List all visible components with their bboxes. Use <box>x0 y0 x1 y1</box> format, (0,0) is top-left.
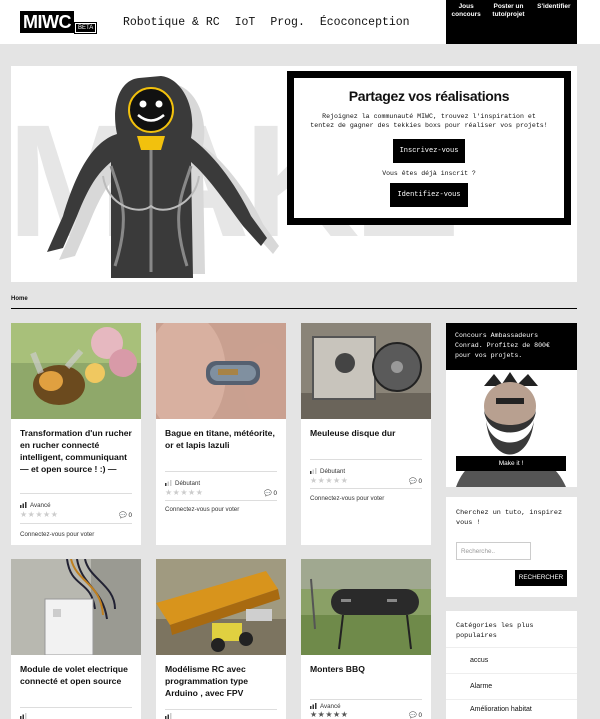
level-bars-icon <box>165 480 172 487</box>
user-menu: Jous concours Poster un tuto/projet S'id… <box>446 0 577 44</box>
signup-button[interactable]: Inscrivez-vous <box>392 139 466 163</box>
rating-stars[interactable]: ★★★★★ <box>310 710 348 719</box>
project-card[interactable]: Modélisme RC avec programmation type Ard… <box>156 559 286 719</box>
nav-ecoconception[interactable]: Écoconception <box>320 16 410 29</box>
comment-count[interactable]: 💬 0 <box>409 477 422 485</box>
card-image-grinder <box>301 323 431 419</box>
signup-panel: Partagez vos réalisations Rejoignez la c… <box>287 71 571 225</box>
difficulty-level: Débutant <box>310 468 345 475</box>
level-bars-icon <box>165 713 172 719</box>
hero-banner: MAKE Partagez vos réalisations Rejoignez… <box>11 66 577 282</box>
breadcrumb-divider <box>11 308 577 309</box>
project-card[interactable]: Meuleuse disque dur Débutant ★★★★★ 💬 0 C… <box>301 323 431 545</box>
difficulty-level <box>20 713 30 719</box>
hero-title: Partagez vos réalisations <box>348 88 510 104</box>
post-tuto-link[interactable]: Poster un tuto/projet <box>491 3 525 44</box>
categories-title: Catégories les plus populaires <box>456 622 534 640</box>
breadcrumb[interactable]: Home <box>11 296 28 302</box>
level-bars-icon <box>20 502 27 509</box>
project-card[interactable]: Monters BBQ Avancé ★★★★★ 💬 0 <box>301 559 431 719</box>
level-bars-icon <box>310 468 317 475</box>
category-item[interactable]: accus <box>446 647 577 673</box>
project-card[interactable]: Bague en titane, météorite, or et lapis … <box>156 323 286 545</box>
comment-count[interactable]: 💬 0 <box>409 711 422 719</box>
vote-login-link[interactable]: Connectez-vous pour voter <box>20 531 94 538</box>
site-logo[interactable]: MIWC BETA <box>20 11 98 34</box>
card-image-shutter-module <box>11 559 141 655</box>
card-title[interactable]: Modélisme RC avec programmation type Ard… <box>165 663 277 699</box>
my-contests-link[interactable]: Jous concours <box>451 3 481 44</box>
comment-count[interactable]: 💬 0 <box>119 511 132 519</box>
hero-login-button[interactable]: Identifiez-vous <box>390 183 468 207</box>
login-link[interactable]: S'identifier <box>536 3 572 44</box>
difficulty-level: Débutant <box>165 480 200 487</box>
categories-widget: Catégories les plus populaires accus Ala… <box>446 611 577 719</box>
card-title[interactable]: Module de volet electrique connecté et o… <box>20 663 132 687</box>
card-image-ring <box>156 323 286 419</box>
comment-icon: 💬 <box>119 512 127 519</box>
promo-text: Concours Ambassadeurs Conrad. Profitez d… <box>446 323 577 370</box>
main-nav: Robotique & RC IoT Prog. Écoconception <box>123 16 410 29</box>
comment-count[interactable]: 💬 0 <box>264 489 277 497</box>
logo-text: MIWC <box>20 11 74 33</box>
beta-badge: BETA <box>73 22 98 34</box>
make-it-button[interactable]: Make it ! <box>456 456 566 471</box>
search-title: Cherchez un tuto, inspirez vous ! <box>456 509 563 527</box>
hero-text: Rejoignez la communauté MIWC, trouvez l'… <box>310 113 548 129</box>
promo-widget[interactable]: Concours Ambassadeurs Conrad. Profitez d… <box>446 323 577 487</box>
search-widget: Cherchez un tuto, inspirez vous ! Recher… <box>446 497 577 597</box>
level-bars-icon <box>20 713 27 719</box>
card-image-bee <box>11 323 141 419</box>
rating-stars[interactable]: ★★★★★ <box>20 510 58 519</box>
vote-login-link[interactable]: Connectez-vous pour voter <box>310 495 384 502</box>
card-title[interactable]: Transformation d'un rucher en rucher con… <box>20 427 132 475</box>
comment-icon: 💬 <box>409 712 417 719</box>
level-bars-icon <box>310 703 317 710</box>
category-item[interactable]: Amélioration habitat <box>446 699 577 719</box>
difficulty-level <box>165 713 175 719</box>
top-bar: MIWC BETA Robotique & RC IoT Prog. Écoco… <box>0 0 600 44</box>
comment-icon: 💬 <box>409 478 417 485</box>
comment-icon: 💬 <box>264 490 272 497</box>
card-title[interactable]: Bague en titane, météorite, or et lapis … <box>165 427 277 451</box>
project-card[interactable]: Transformation d'un rucher en rucher con… <box>11 323 141 545</box>
nav-robotique[interactable]: Robotique & RC <box>123 16 220 29</box>
search-input[interactable]: Recherche.. <box>456 542 531 560</box>
project-card[interactable]: Module de volet electrique connecté et o… <box>11 559 141 719</box>
nav-iot[interactable]: IoT <box>235 16 256 29</box>
card-image-rc-truck <box>156 559 286 655</box>
search-button[interactable]: RECHERCHER <box>515 570 567 586</box>
card-title[interactable]: Meuleuse disque dur <box>310 427 422 439</box>
already-member-text: Vous êtes déjà inscrit ? <box>382 170 476 177</box>
nav-prog[interactable]: Prog. <box>270 16 305 29</box>
smiley-icon <box>128 87 174 133</box>
card-image-bbq <box>301 559 431 655</box>
rating-stars[interactable]: ★★★★★ <box>165 488 203 497</box>
vote-login-link[interactable]: Connectez-vous pour voter <box>165 506 239 513</box>
category-item[interactable]: Alarme <box>446 673 577 699</box>
rating-stars[interactable]: ★★★★★ <box>310 476 348 485</box>
difficulty-level: Avancé <box>310 703 341 710</box>
card-title[interactable]: Monters BBQ <box>310 663 422 675</box>
difficulty-level: Avancé <box>20 502 51 509</box>
